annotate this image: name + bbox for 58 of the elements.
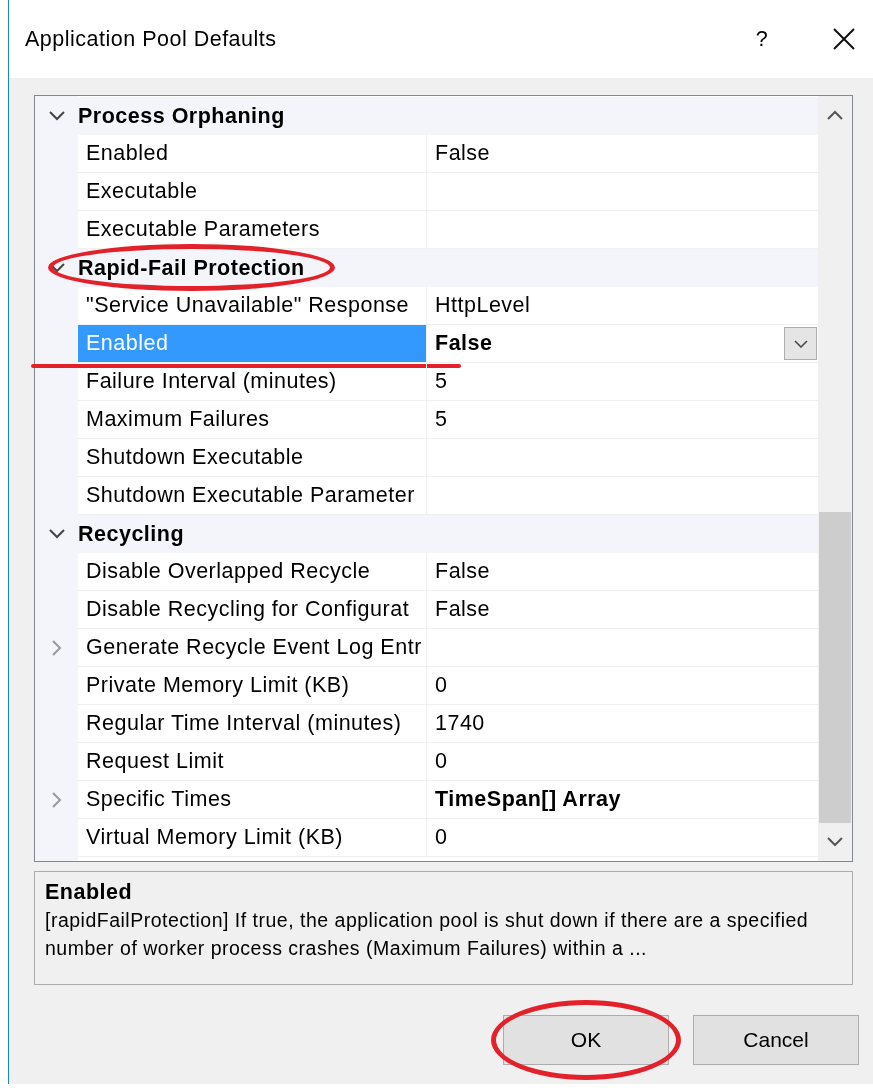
property-name[interactable]: Private Memory Limit (KB): [78, 667, 427, 705]
scroll-down-icon[interactable]: [827, 837, 843, 847]
property-value: 5: [435, 369, 448, 394]
property-row[interactable]: Disable Overlapped Recycle False: [35, 553, 818, 591]
property-name[interactable]: Failure Interval (minutes): [78, 363, 427, 401]
property-name[interactable]: Disable Recycling for Configurat: [78, 591, 427, 629]
dropdown-button[interactable]: [784, 327, 817, 360]
property-value: TimeSpan[] Array: [435, 787, 622, 812]
chevron-down-icon[interactable]: [48, 529, 65, 539]
property-name[interactable]: Shutdown Executable: [78, 439, 427, 477]
property-name[interactable]: Enabled: [78, 135, 427, 173]
property-name[interactable]: Virtual Memory Limit (KB): [78, 819, 427, 857]
property-value: False: [435, 331, 493, 356]
property-row[interactable]: Private Memory Limit (KB) 0: [35, 667, 818, 705]
window-title: Application Pool Defaults: [25, 26, 278, 52]
scrollbar[interactable]: [818, 96, 852, 861]
chevron-down-icon[interactable]: [48, 111, 65, 121]
description-title: Enabled: [45, 879, 134, 906]
ok-button[interactable]: OK: [503, 1015, 669, 1065]
property-name[interactable]: Generate Recycle Event Log Entr: [78, 629, 427, 667]
property-row[interactable]: Disable Recycling for Configurat False: [35, 591, 818, 629]
property-value: HttpLevel: [435, 293, 531, 318]
property-value: False: [435, 597, 491, 622]
property-row[interactable]: Executable: [35, 173, 818, 211]
property-value: 1740: [435, 711, 485, 736]
chevron-right-icon[interactable]: [51, 640, 62, 656]
property-row[interactable]: Enabled False: [35, 135, 818, 173]
property-value: 0: [435, 825, 448, 850]
description-text: [rapidFailProtection] If true, the application pool is shut down if there are a specified number of worker process crashes (Maximum Failures) within a ...: [45, 908, 810, 961]
chevron-down-icon: [793, 339, 808, 348]
category-label[interactable]: Process Orphaning: [78, 103, 285, 128]
property-row[interactable]: Request Limit 0: [35, 743, 818, 781]
category-label[interactable]: Recycling: [78, 521, 185, 546]
property-name[interactable]: Executable: [78, 173, 427, 211]
property-value: False: [435, 559, 491, 584]
property-value: False: [435, 141, 491, 166]
property-name[interactable]: Maximum Failures: [78, 401, 427, 439]
category-label[interactable]: Rapid-Fail Protection: [78, 255, 305, 280]
property-row[interactable]: Maximum Failures 5: [35, 401, 818, 439]
scroll-up-icon[interactable]: [827, 110, 843, 120]
property-name[interactable]: Regular Time Interval (minutes): [78, 705, 427, 743]
property-row[interactable]: Generate Recycle Event Log Entr: [35, 629, 818, 667]
property-value: 0: [435, 749, 448, 774]
property-row[interactable]: Failure Interval (minutes) 5: [35, 363, 818, 401]
property-row[interactable]: Shutdown Executable: [35, 439, 818, 477]
property-row[interactable]: Enabled False: [35, 325, 818, 363]
help-button[interactable]: ?: [747, 26, 777, 52]
property-row[interactable]: Virtual Memory Limit (KB) 0: [35, 819, 818, 857]
property-name[interactable]: Specific Times: [78, 781, 427, 819]
scroll-thumb[interactable]: [819, 512, 851, 823]
property-value: 5: [435, 407, 448, 432]
property-name[interactable]: Disable Overlapped Recycle: [78, 553, 427, 591]
chevron-right-icon[interactable]: [51, 792, 62, 808]
property-name[interactable]: Request Limit: [78, 743, 427, 781]
property-row[interactable]: Regular Time Interval (minutes) 1740: [35, 705, 818, 743]
property-row[interactable]: Specific Times TimeSpan[] Array: [35, 781, 818, 819]
property-value: 0: [435, 673, 448, 698]
cancel-button[interactable]: Cancel: [693, 1015, 859, 1065]
